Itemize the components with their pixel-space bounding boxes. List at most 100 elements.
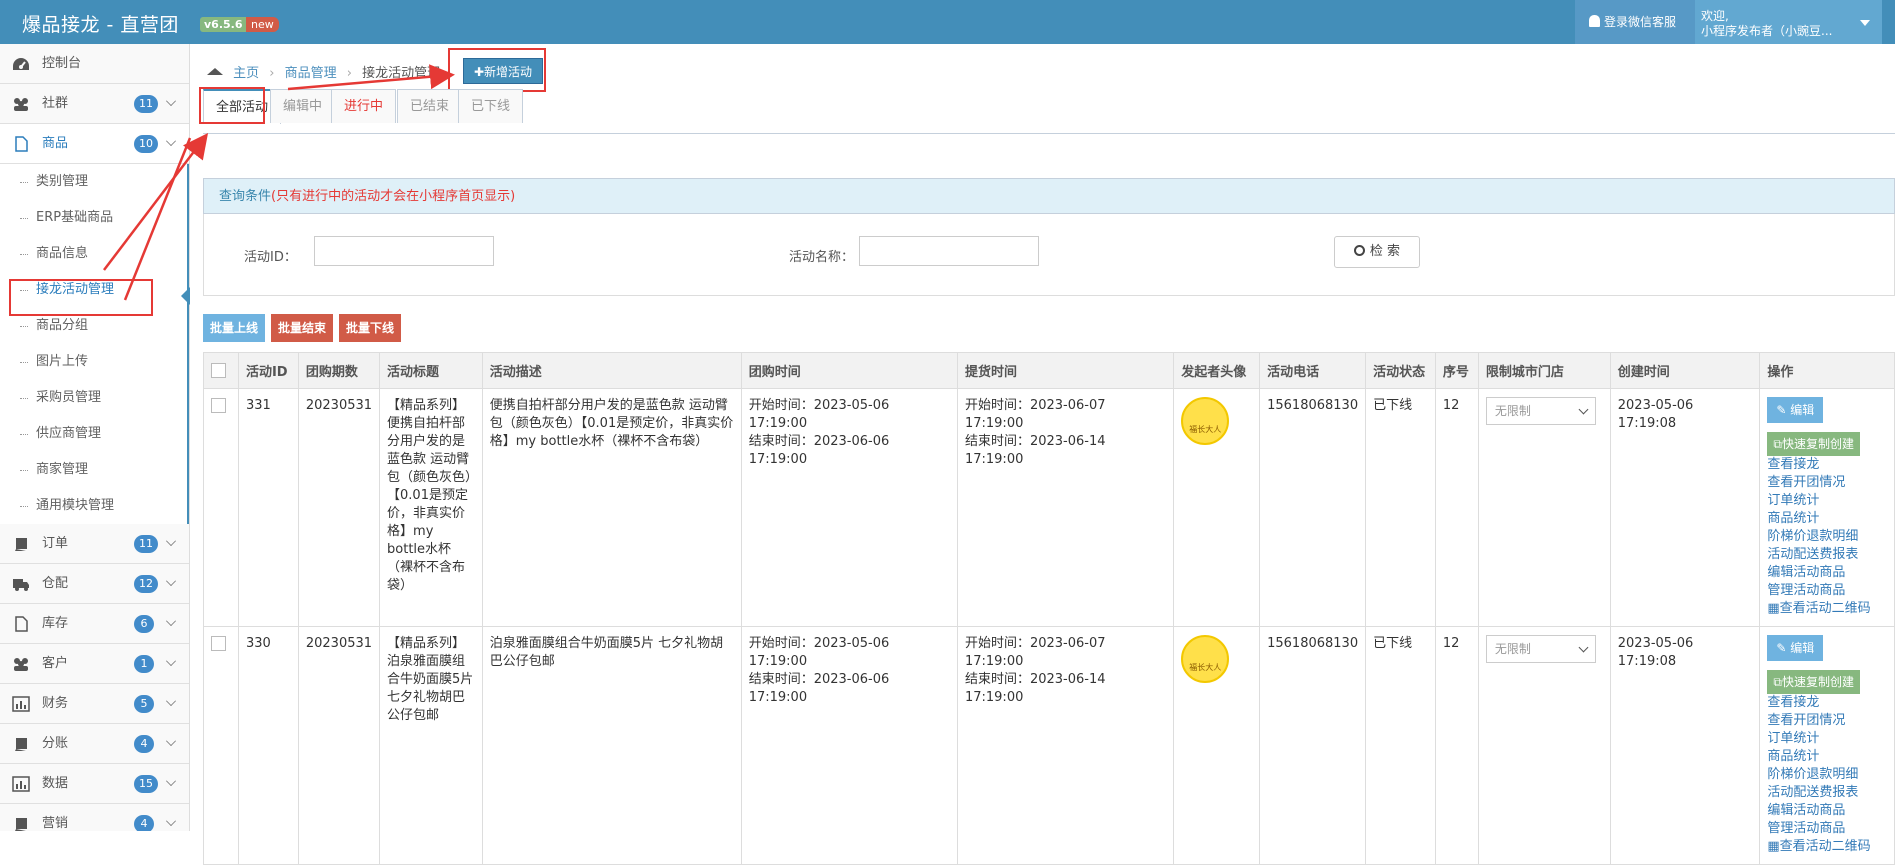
link-tier-refund[interactable]: 阶梯价退款明细	[1767, 766, 1887, 784]
link-view-qrcode[interactable]: ▦查看活动二维码	[1767, 838, 1887, 856]
quick-copy-button[interactable]: ⧉快速复制创建	[1767, 670, 1860, 694]
table-row: 330 20230531 【精品系列】泊泉雅面膜组合牛奶面膜5片七夕礼物胡巴公仔…	[203, 626, 1895, 865]
bell-icon	[1589, 15, 1600, 27]
submenu-item-buyer[interactable]: 采购员管理	[0, 380, 187, 416]
tab-editing[interactable]: 编辑中	[270, 89, 336, 123]
wechat-service-button[interactable]: 登录微信客服	[1575, 0, 1695, 44]
submenu-item-category[interactable]: 类别管理	[0, 164, 187, 200]
breadcrumb-home[interactable]: 主页	[233, 66, 259, 81]
link-delivery-report[interactable]: 活动配送费报表	[1767, 784, 1887, 802]
sidebar-item-customers[interactable]: 客户 1	[0, 644, 189, 684]
sidebar-item-marketing[interactable]: 营销 4	[0, 804, 189, 831]
link-order-stats[interactable]: 订单统计	[1767, 492, 1887, 510]
link-product-stats[interactable]: 商品统计	[1767, 748, 1887, 766]
sidebar-item-label: 控制台	[42, 56, 82, 71]
chevron-down-icon	[166, 536, 176, 546]
row-checkbox[interactable]	[211, 636, 226, 651]
city-store-select[interactable]: 无限制	[1485, 635, 1596, 663]
sidebar-item-community[interactable]: 社群 11	[0, 84, 189, 124]
sidebar-item-products[interactable]: 商品 10	[0, 124, 189, 164]
link-view-group[interactable]: 查看开团情况	[1767, 474, 1887, 492]
col-header: 操作	[1759, 352, 1895, 389]
edit-button[interactable]: ✎ 编辑	[1767, 397, 1824, 423]
group-start: 开始时间：2023-05-06 17:19:00	[748, 398, 890, 431]
submenu-item-merchant[interactable]: 商家管理	[0, 452, 187, 488]
sidebar-item-warehouse[interactable]: 仓配 12	[0, 564, 189, 604]
col-header: 创建时间	[1609, 352, 1761, 389]
breadcrumb-separator: ›	[269, 66, 275, 81]
link-manage-products[interactable]: 管理活动商品	[1767, 820, 1887, 838]
sidebar-item-label: 订单	[42, 536, 69, 551]
app-title: 爆品接龙 - 直营团	[22, 14, 179, 36]
file-icon	[15, 136, 28, 152]
sidebar-item-dashboard[interactable]: 控制台	[0, 44, 189, 84]
tab-in-progress[interactable]: 进行中	[331, 89, 397, 123]
chevron-down-icon	[166, 96, 176, 106]
submenu-item-erp-products[interactable]: ERP基础商品	[0, 200, 187, 236]
link-product-stats[interactable]: 商品统计	[1767, 510, 1887, 528]
breadcrumb-current: 接龙活动管理	[362, 66, 441, 81]
batch-online-button[interactable]: 批量上线	[203, 314, 266, 342]
breadcrumb-product-management[interactable]: 商品管理	[285, 66, 337, 81]
batch-end-button[interactable]: 批量结束	[271, 314, 334, 342]
submenu-item-supplier[interactable]: 供应商管理	[0, 416, 187, 452]
submenu-item-common-module[interactable]: 通用模块管理	[0, 488, 187, 524]
link-view-jielong[interactable]: 查看接龙	[1767, 694, 1887, 712]
activity-phone: 15618068130	[1259, 626, 1367, 865]
activity-name-input[interactable]	[859, 236, 1039, 266]
status-badge: 已下线	[1365, 388, 1436, 627]
link-manage-products[interactable]: 管理活动商品	[1767, 582, 1887, 600]
edit-button[interactable]: ✎ 编辑	[1767, 635, 1824, 661]
sidebar-item-label: 商品	[42, 136, 69, 151]
link-delivery-report[interactable]: 活动配送费报表	[1767, 546, 1887, 564]
initiator-avatar-cell: 福长大人	[1173, 626, 1261, 865]
link-view-jielong[interactable]: 查看接龙	[1767, 456, 1887, 474]
sidebar: 控制台 社群 11 商品 10 类别管理 ERP基础商品 商品信息 接龙活动管理…	[0, 44, 190, 831]
group-period: 20230531	[297, 388, 381, 627]
group-time: 开始时间：2023-05-06 17:19:00 结束时间：2023-06-06 …	[740, 388, 958, 627]
activity-id: 331	[237, 388, 299, 627]
activity-id-input[interactable]	[314, 236, 494, 266]
select-all-checkbox[interactable]	[211, 363, 226, 378]
sidebar-item-orders[interactable]: 订单 11	[0, 524, 189, 564]
search-button[interactable]: 检 索	[1334, 236, 1420, 268]
avatar-text: 福长大人	[1189, 663, 1222, 672]
col-header: 发起者头像	[1173, 352, 1261, 389]
link-tier-refund[interactable]: 阶梯价退款明细	[1767, 528, 1887, 546]
link-edit-products[interactable]: 编辑活动商品	[1767, 564, 1887, 582]
submenu-item-image-upload[interactable]: 图片上传	[0, 344, 187, 380]
avatar: 福长大人	[1181, 397, 1230, 445]
sequence: 12	[1434, 388, 1479, 627]
count-badge: 15	[134, 775, 158, 793]
link-view-qrcode[interactable]: ▦查看活动二维码	[1767, 600, 1887, 618]
batch-offline-button[interactable]: 批量下线	[339, 314, 402, 342]
submenu-item-product-info[interactable]: 商品信息	[0, 236, 187, 272]
count-badge: 5	[134, 695, 154, 713]
city-store-select[interactable]: 无限制	[1485, 397, 1596, 425]
group-start: 开始时间：2023-05-06 17:19:00	[748, 636, 890, 669]
col-header: 序号	[1434, 352, 1479, 389]
tab-offline[interactable]: 已下线	[458, 89, 524, 123]
link-view-group[interactable]: 查看开团情况	[1767, 712, 1887, 730]
sidebar-item-split[interactable]: 分账 4	[0, 724, 189, 764]
row-select-cell	[203, 626, 239, 865]
query-form: 活动ID： 活动名称： 检 索	[203, 214, 1895, 296]
quick-copy-label: 快速复制创建	[1781, 675, 1854, 689]
tab-ended[interactable]: 已结束	[397, 89, 463, 123]
link-order-stats[interactable]: 订单统计	[1767, 730, 1887, 748]
user-menu[interactable]: 欢迎, 小程序发布者（小豌豆...	[1695, 0, 1882, 44]
chevron-down-icon	[166, 136, 176, 146]
sidebar-item-inventory[interactable]: 库存 6	[0, 604, 189, 644]
quick-copy-button[interactable]: ⧉快速复制创建	[1767, 432, 1860, 456]
row-checkbox[interactable]	[211, 398, 226, 413]
operations-cell: ✎ 编辑 ⧉快速复制创建 查看接龙 查看开团情况 订单统计 商品统计 阶梯价退款…	[1759, 388, 1895, 627]
book-icon	[15, 738, 27, 751]
sidebar-item-data[interactable]: 数据 15	[0, 764, 189, 804]
link-edit-products[interactable]: 编辑活动商品	[1767, 802, 1887, 820]
welcome-text: 欢迎,	[1701, 9, 1729, 23]
table-header-row: 活动ID 团购期数 活动标题 活动描述 团购时间 提货时间 发起者头像 活动电话…	[203, 352, 1895, 389]
sidebar-item-finance[interactable]: 财务 5	[0, 684, 189, 724]
query-note: (只有进行中的活动才会在小程序首页显示)	[271, 189, 516, 204]
pickup-start: 开始时间：2023-06-07 17:19:00	[964, 636, 1106, 669]
edit-label: 编辑	[1790, 641, 1815, 655]
